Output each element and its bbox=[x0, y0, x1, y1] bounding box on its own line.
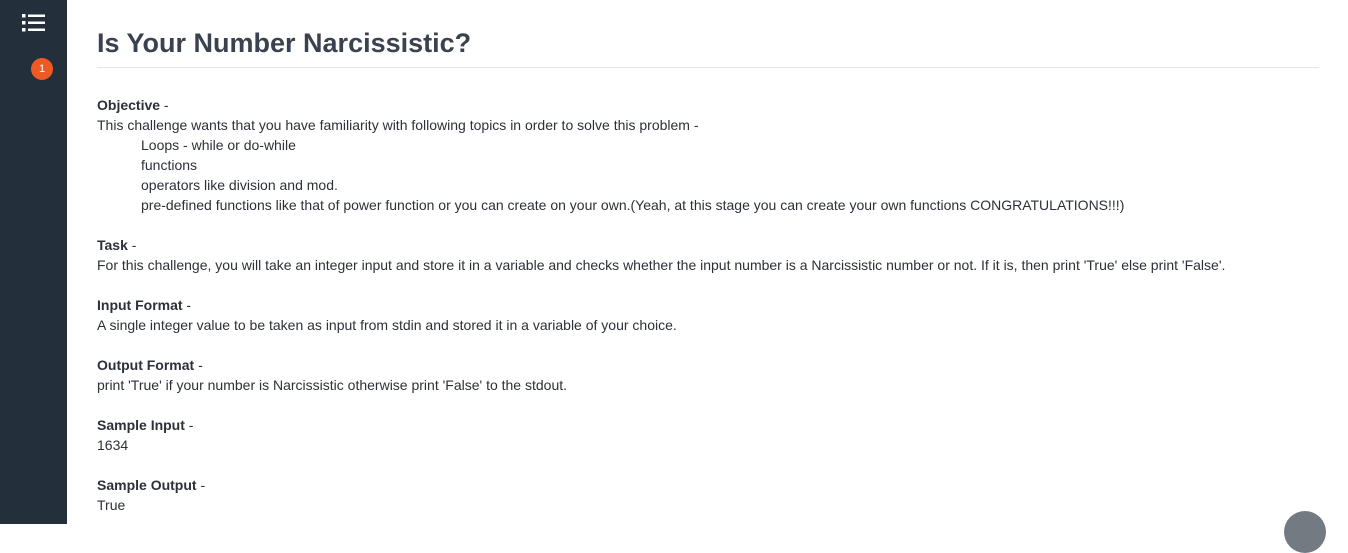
task-section: Task - For this challenge, you will take… bbox=[97, 235, 1319, 275]
output-format-text: print 'True' if your number is Narcissis… bbox=[97, 377, 568, 393]
menu-list-icon[interactable] bbox=[22, 13, 45, 33]
task-heading: Task bbox=[97, 237, 128, 253]
title-divider bbox=[97, 67, 1319, 68]
output-format-section: Output Format - print 'True' if your num… bbox=[97, 355, 1319, 395]
list-item: Loops - while or do-while bbox=[141, 137, 296, 153]
objective-section: Objective - This challenge wants that yo… bbox=[97, 95, 1319, 215]
main-content: Is Your Number Narcissistic? Objective -… bbox=[97, 0, 1319, 535]
sidebar: 1 bbox=[0, 0, 67, 524]
sample-output-value: True bbox=[97, 497, 126, 513]
list-item: operators like division and mod. bbox=[141, 177, 338, 193]
objective-intro: This challenge wants that you have famil… bbox=[97, 117, 699, 133]
topic-list: Loops - while or do-while functions oper… bbox=[97, 135, 1319, 215]
sample-output-section: Sample Output - True bbox=[97, 475, 1319, 515]
list-item: pre-defined functions like that of power… bbox=[141, 197, 1125, 213]
sample-output-heading: Sample Output bbox=[97, 477, 197, 493]
sample-input-section: Sample Input - 1634 bbox=[97, 415, 1319, 455]
sample-input-value: 1634 bbox=[97, 437, 129, 453]
task-text: For this challenge, you will take an int… bbox=[97, 257, 1226, 273]
sample-input-heading: Sample Input bbox=[97, 417, 185, 433]
page-title: Is Your Number Narcissistic? bbox=[97, 28, 472, 58]
input-format-heading: Input Format bbox=[97, 297, 183, 313]
objective-heading: Objective bbox=[97, 97, 161, 113]
input-format-section: Input Format - A single integer value to… bbox=[97, 295, 1319, 335]
problem-statement: Objective - This challenge wants that yo… bbox=[97, 95, 1319, 515]
input-format-text: A single integer value to be taken as in… bbox=[97, 317, 677, 333]
chat-widget-button[interactable] bbox=[1284, 511, 1326, 553]
output-format-heading: Output Format bbox=[97, 357, 195, 373]
list-item: functions bbox=[141, 157, 198, 173]
notification-badge[interactable]: 1 bbox=[31, 58, 53, 80]
